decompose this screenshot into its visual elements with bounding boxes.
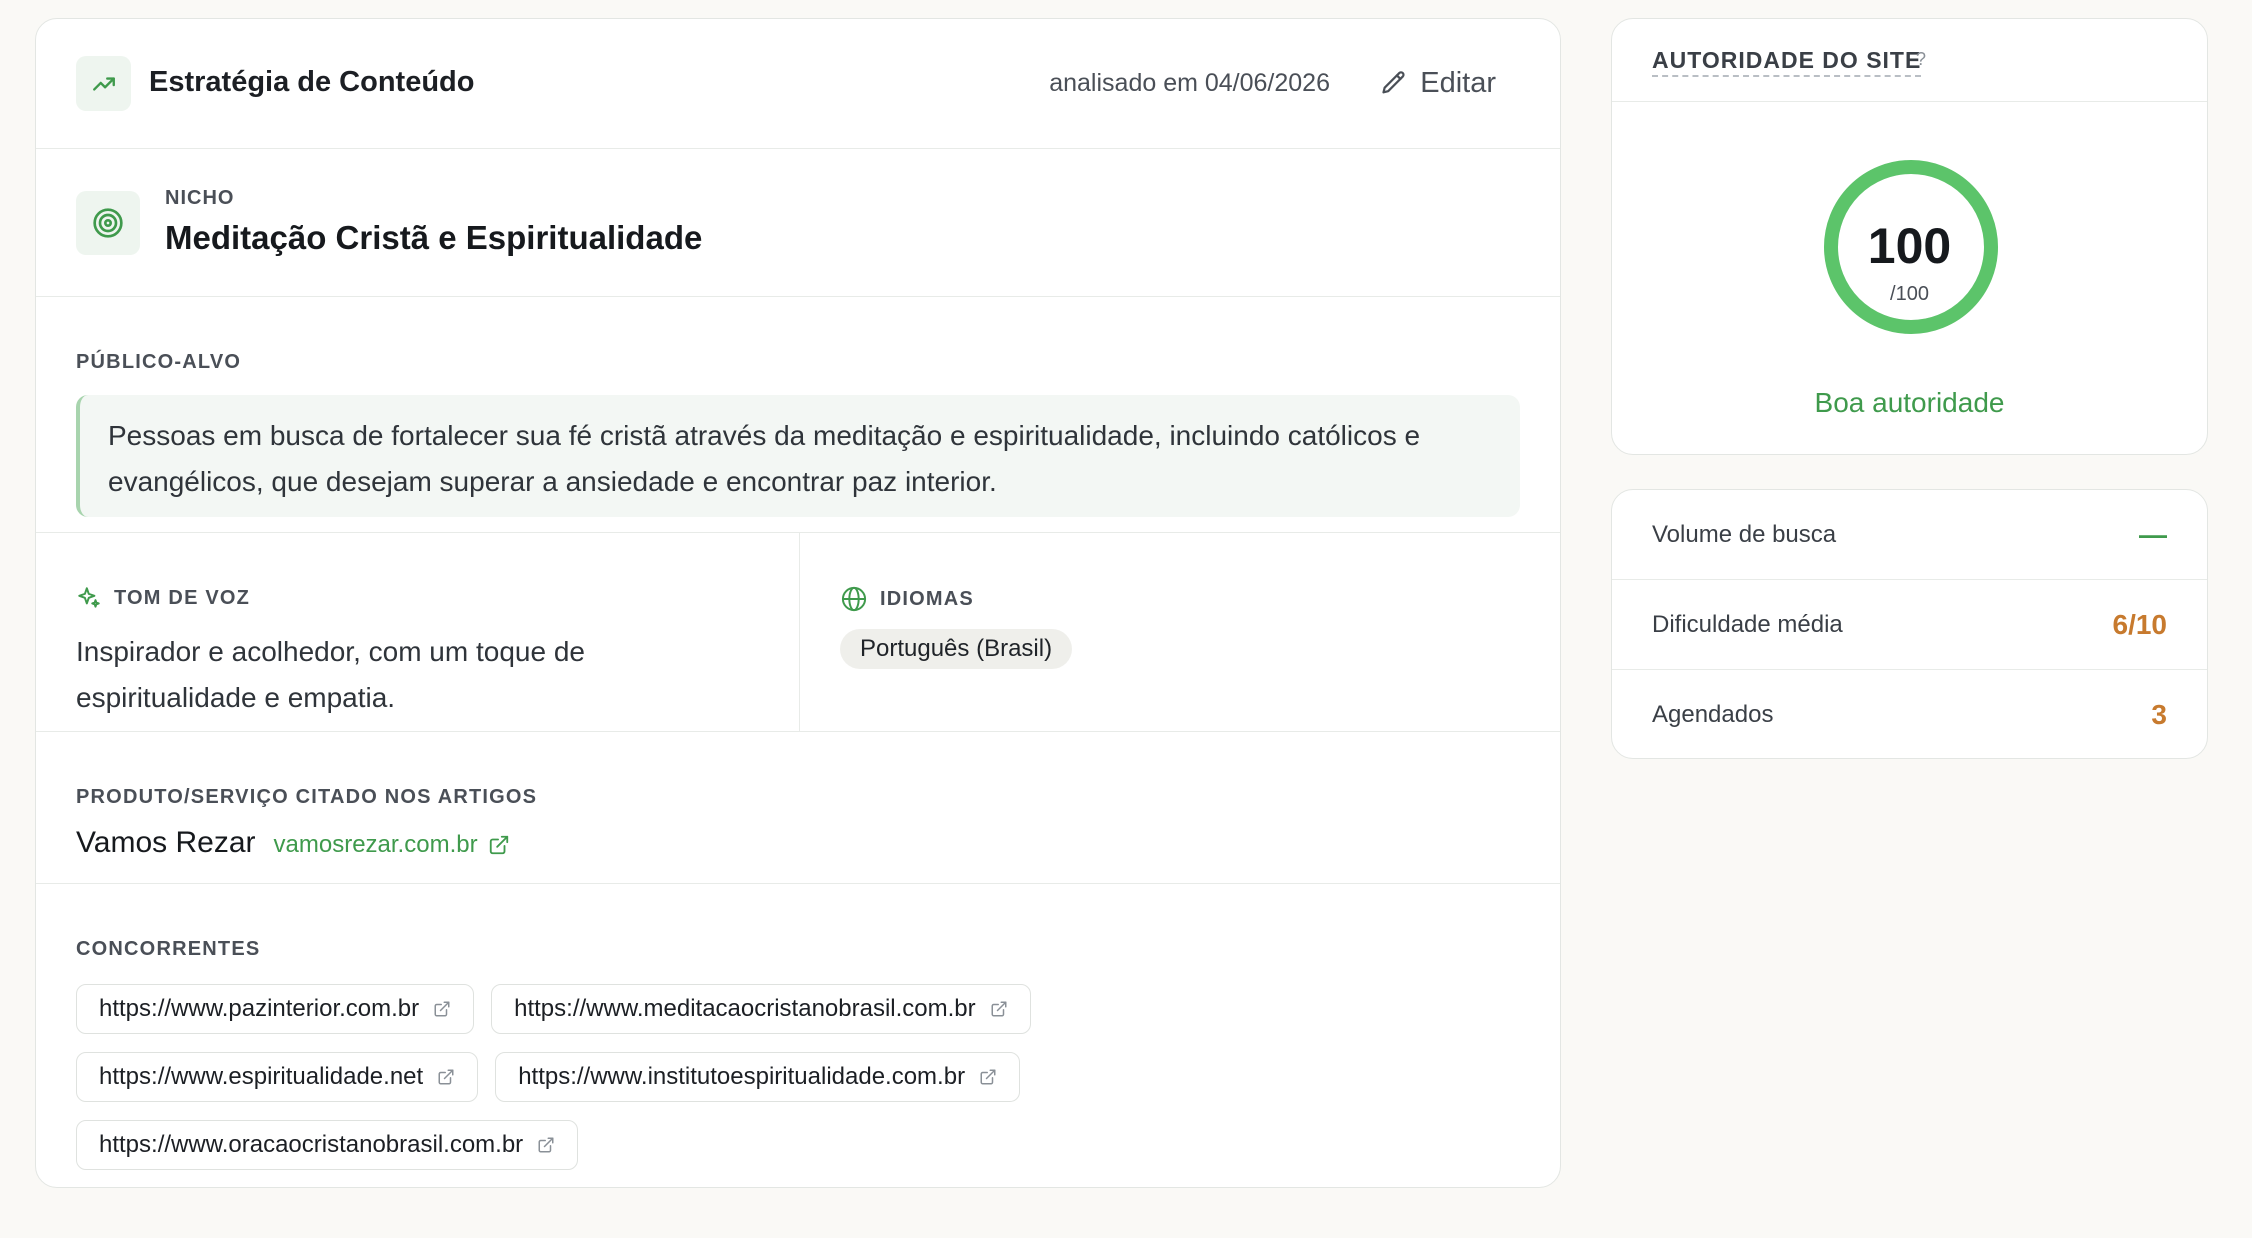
authority-status: Boa autoridade [1814, 387, 2005, 418]
tone-column: TOM DE VOZ Inspirador e acolhedor, com u… [36, 533, 800, 731]
audience-label: PÚBLICO-ALVO [76, 351, 242, 373]
competitor-link[interactable]: https://www.pazinterior.com.br [76, 984, 475, 1034]
tone-label-row: TOM DE VOZ [76, 585, 250, 611]
external-link-icon [538, 1137, 554, 1153]
niche-label: NICHO [165, 187, 235, 209]
page-title: Estratégia de Conteúdo [149, 66, 475, 98]
product-label: PRODUTO/SERVIÇO CITADO NOS ARTIGOS [76, 786, 538, 808]
metric-label: Volume de busca [1652, 520, 1837, 548]
metric-label: Agendados [1652, 701, 1774, 728]
languages-label: IDIOMAS [880, 587, 974, 610]
competitor-url: https://www.institutoespiritualidade.com… [518, 1063, 966, 1090]
competitors-label: CONCORRENTES [76, 938, 261, 960]
site-authority-card: AUTORIDADE DO SITE ? 100 /100 Boa autori… [1611, 18, 2208, 455]
metric-value: — [2139, 518, 2167, 550]
languages-column: IDIOMAS Português (Brasil) [800, 533, 1560, 731]
languages-label-row: IDIOMAS [840, 585, 974, 613]
competitor-link[interactable]: https://www.institutoespiritualidade.com… [495, 1052, 1021, 1102]
external-link-icon [434, 1001, 450, 1017]
external-link-icon [438, 1069, 454, 1085]
authority-score: 100 [1867, 218, 1952, 274]
audience-text: Pessoas em busca de fortalecer sua fé cr… [76, 395, 1520, 517]
edit-button[interactable]: Editar [1380, 63, 1496, 103]
target-icon [76, 191, 140, 255]
language-chip: Português (Brasil) [840, 629, 1073, 669]
competitor-link[interactable]: https://www.meditacaocristanobrasil.com.… [491, 984, 1031, 1034]
product-link-text: vamosrezar.com.br [273, 831, 478, 858]
trending-up-icon [76, 56, 131, 111]
strategy-header: Estratégia de Conteúdo analisado em 04/0… [36, 19, 1560, 149]
analysed-date: analisado em 04/06/2026 [1049, 69, 1330, 97]
competitor-link[interactable]: https://www.espiritualidade.net [76, 1052, 479, 1102]
metric-avg-difficulty: Dificuldade média 6/10 [1612, 580, 2207, 670]
product-name: Vamos Rezar [76, 826, 256, 859]
edit-button-label: Editar [1420, 66, 1496, 99]
authority-title[interactable]: AUTORIDADE DO SITE [1652, 47, 1922, 77]
tone-label: TOM DE VOZ [114, 586, 251, 609]
content-strategy-card: Estratégia de Conteúdo analisado em 04/0… [35, 18, 1561, 1188]
niche-section: NICHO Meditação Cristã e Espiritualidade [36, 149, 1560, 297]
niche-value: Meditação Cristã e Espiritualidade [165, 219, 703, 256]
external-link-icon [489, 835, 508, 855]
external-link-icon [991, 1001, 1007, 1017]
competitors-list: https://www.pazinterior.com.br https://w… [76, 984, 1176, 1170]
competitor-url: https://www.oracaocristanobrasil.com.br [99, 1131, 524, 1158]
metric-scheduled: Agendados 3 [1612, 670, 2207, 760]
help-icon[interactable]: ? [1916, 49, 1926, 70]
metric-search-volume: Volume de busca — [1612, 490, 2207, 580]
competitor-url: https://www.espiritualidade.net [99, 1063, 424, 1090]
product-row: Vamos Rezar vamosrezar.com.br [76, 826, 510, 860]
tone-languages-section: TOM DE VOZ Inspirador e acolhedor, com u… [36, 533, 1560, 732]
competitor-link[interactable]: https://www.oracaocristanobrasil.com.br [76, 1120, 579, 1170]
product-link[interactable]: vamosrezar.com.br [274, 831, 510, 859]
product-section: PRODUTO/SERVIÇO CITADO NOS ARTIGOS Vamos… [36, 732, 1560, 884]
metrics-card: Volume de busca — Dificuldade média 6/10… [1611, 489, 2208, 759]
metric-value: 6/10 [2112, 608, 2168, 640]
globe-icon [841, 586, 867, 612]
metric-label: Dificuldade média [1652, 610, 1843, 638]
pencil-icon [1382, 71, 1405, 94]
competitor-url: https://www.pazinterior.com.br [99, 995, 420, 1022]
authority-header: AUTORIDADE DO SITE ? [1612, 19, 2207, 102]
competitor-url: https://www.meditacaocristanobrasil.com.… [514, 995, 976, 1022]
authority-score-max: /100 [1890, 283, 1929, 305]
audience-section: PÚBLICO-ALVO Pessoas em busca de fortale… [36, 297, 1560, 533]
metric-value: 3 [2151, 699, 2167, 730]
tone-value: Inspirador e acolhedor, com um toque de … [76, 636, 585, 713]
sparkle-icon [78, 587, 100, 608]
external-link-icon [980, 1069, 996, 1085]
competitors-section: CONCORRENTES https://www.pazinterior.com… [36, 884, 1560, 1189]
